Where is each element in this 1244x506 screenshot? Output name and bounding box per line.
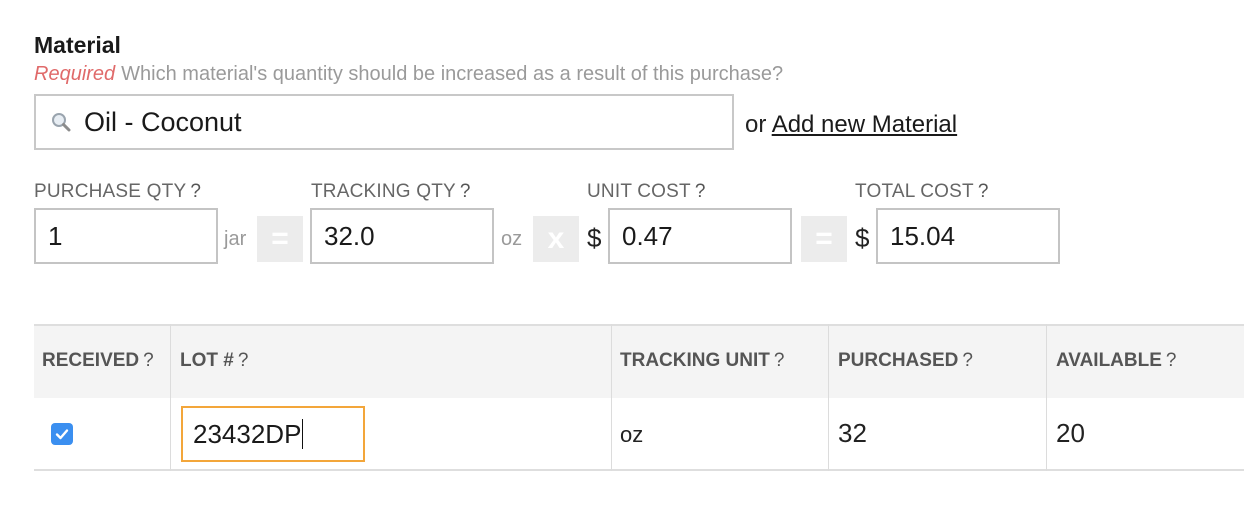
material-heading: Material: [34, 32, 121, 58]
equals-operator-1: =: [257, 216, 303, 262]
purchase-qty-value: 1: [48, 220, 63, 251]
purchase-qty-input[interactable]: 1: [34, 208, 218, 264]
received-checkbox[interactable]: [51, 423, 73, 445]
material-search-input[interactable]: Oil - Coconut: [34, 94, 734, 150]
search-icon: [52, 113, 71, 132]
received-help-icon[interactable]: ?: [143, 350, 154, 371]
unit-cost-input[interactable]: 0.47: [608, 208, 792, 264]
text-caret: [302, 419, 304, 449]
purchase-unit: jar: [224, 228, 247, 250]
available-header-text: AVAILABLE: [1056, 350, 1162, 371]
purchase-qty-label-text: PURCHASE QTY: [34, 181, 187, 202]
or-label: or: [745, 111, 767, 138]
checkmark-icon: [55, 429, 69, 440]
tracking-unit: oz: [501, 228, 523, 250]
tracking-unit-column-header: TRACKING UNIT?: [620, 350, 784, 372]
received-column-header: RECEIVED?: [42, 350, 154, 372]
total-cost-currency: $: [855, 223, 870, 253]
material-help: Required Which material's quantity should…: [34, 63, 783, 86]
purchase-qty-help-icon[interactable]: ?: [190, 181, 201, 202]
total-cost-input[interactable]: 15.04: [876, 208, 1060, 264]
unit-cost-currency: $: [587, 223, 602, 253]
column-divider: [828, 324, 829, 471]
purchased-header-text: PURCHASED: [838, 350, 959, 371]
add-new-material-link[interactable]: Add new Material: [772, 111, 957, 138]
available-cell: 20: [1056, 418, 1085, 448]
column-divider: [1046, 324, 1047, 471]
tracking-qty-label-text: TRACKING QTY: [311, 181, 456, 202]
tracking-unit-cell: oz: [620, 422, 644, 447]
received-header-text: RECEIVED: [42, 350, 140, 371]
material-help-text: Which material's quantity should be incr…: [121, 63, 784, 85]
total-cost-label: TOTAL COST?: [855, 181, 989, 203]
unit-cost-value: 0.47: [622, 220, 673, 251]
purchase-qty-label: PURCHASE QTY?: [34, 181, 201, 203]
unit-cost-label: UNIT COST?: [587, 181, 706, 203]
add-material-row: or Add new Material: [745, 111, 957, 139]
tracking-unit-help-icon[interactable]: ?: [774, 350, 785, 371]
total-cost-label-text: TOTAL COST: [855, 181, 974, 202]
material-search-value: Oil - Coconut: [84, 106, 242, 137]
multiply-operator: x: [533, 216, 579, 262]
lot-help-icon[interactable]: ?: [238, 350, 249, 371]
tracking-qty-input[interactable]: 32.0: [310, 208, 494, 264]
purchased-help-icon[interactable]: ?: [962, 350, 973, 371]
equals-operator-2: =: [801, 216, 847, 262]
available-help-icon[interactable]: ?: [1166, 350, 1177, 371]
lot-header-text: LOT #: [180, 350, 234, 371]
purchased-cell: 32: [838, 418, 867, 448]
purchased-column-header: PURCHASED?: [838, 350, 973, 372]
tracking-unit-header-text: TRACKING UNIT: [620, 350, 770, 371]
total-cost-help-icon[interactable]: ?: [978, 181, 989, 202]
tracking-qty-help-icon[interactable]: ?: [460, 181, 471, 202]
required-label: Required: [34, 63, 116, 85]
total-cost-value: 15.04: [890, 220, 956, 251]
lot-number-value: 23432DP: [193, 418, 302, 449]
unit-cost-label-text: UNIT COST: [587, 181, 691, 202]
tracking-qty-label: TRACKING QTY?: [311, 181, 471, 203]
column-divider: [611, 324, 612, 471]
unit-cost-help-icon[interactable]: ?: [695, 181, 706, 202]
lot-column-header: LOT #?: [180, 350, 248, 372]
tracking-qty-value: 32.0: [324, 220, 375, 251]
available-column-header: AVAILABLE?: [1056, 350, 1176, 372]
column-divider: [170, 324, 171, 471]
lot-number-input[interactable]: 23432DP: [181, 406, 365, 462]
